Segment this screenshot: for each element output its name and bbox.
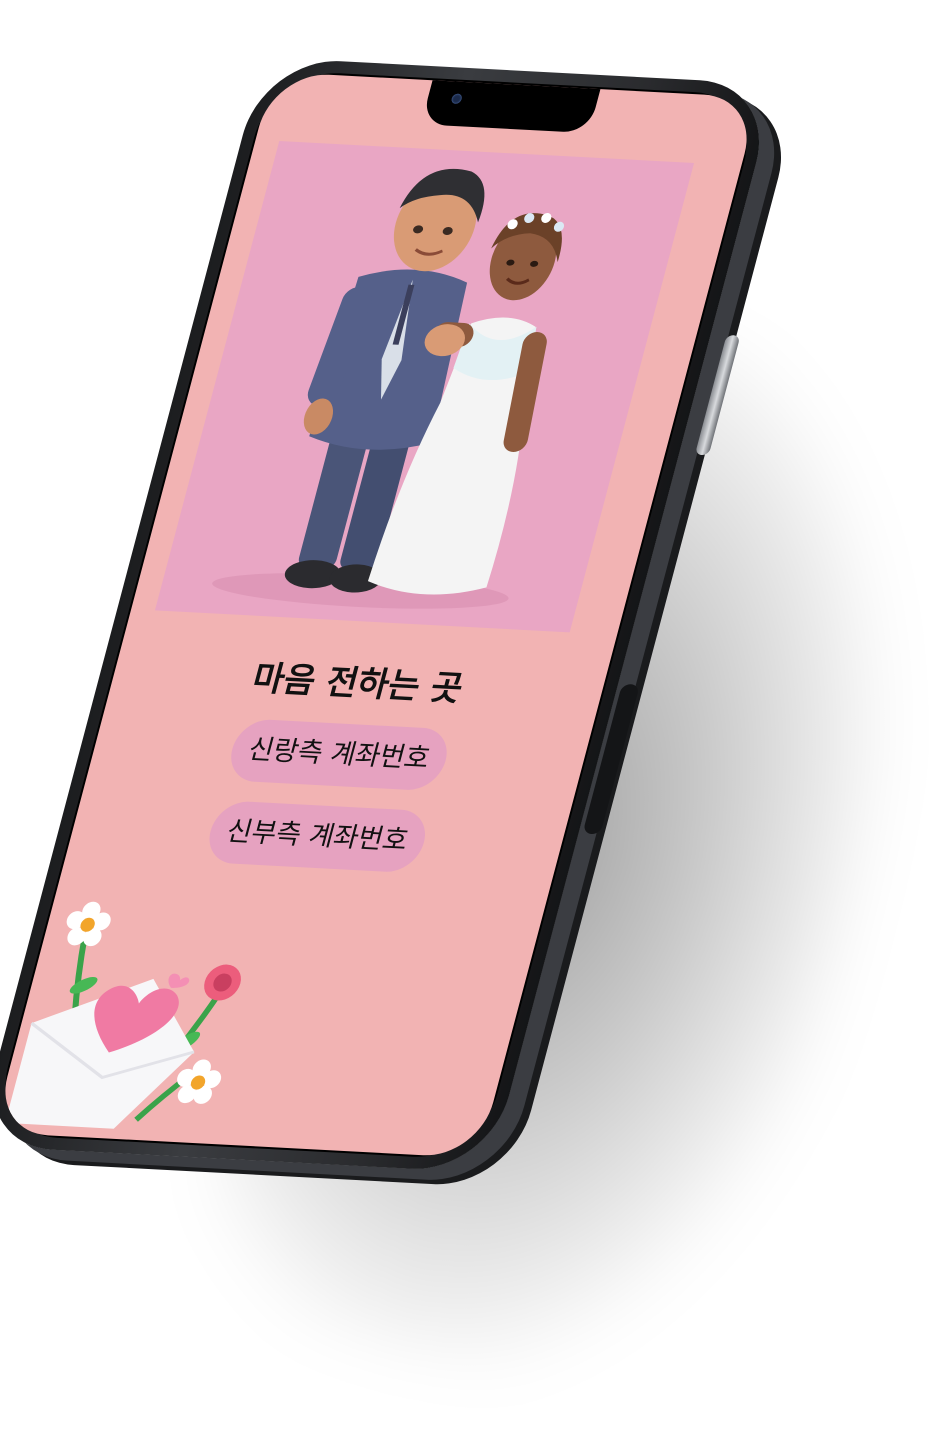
front-camera-icon	[450, 93, 463, 105]
bride-account-button[interactable]: 신부측 계좌번호	[202, 800, 433, 874]
gift-section-title: 마음 전하는 곳	[248, 658, 468, 710]
wedding-couple-image	[154, 141, 695, 633]
wedding-couple-illustration	[212, 168, 565, 609]
mockup-stage: 마음 전하는 곳 신랑측 계좌번호 신부측 계좌번호	[0, 0, 938, 1431]
groom-account-button[interactable]: 신랑측 계좌번호	[224, 718, 454, 792]
